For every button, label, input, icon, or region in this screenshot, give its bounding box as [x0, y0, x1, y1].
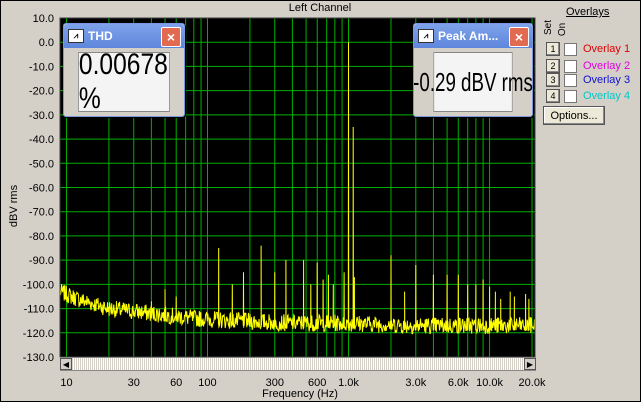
- peak-meter[interactable]: ⩘ Peak Am... × -0.29 dBV rms: [413, 23, 533, 117]
- y-tick-label: -70.0: [29, 207, 54, 219]
- close-icon[interactable]: ×: [161, 27, 181, 47]
- overlay-set-button-1[interactable]: 1: [546, 42, 560, 56]
- set-column-label: Set: [543, 19, 555, 36]
- peak-meter-title: Peak Am...: [438, 29, 499, 43]
- y-tick-label: -110.0: [24, 304, 54, 316]
- x-tick-label: 60: [170, 377, 182, 389]
- overlay-checkbox-3[interactable]: [564, 73, 577, 87]
- x-tick-label: 100: [198, 377, 216, 389]
- y-tick-label: 10.0: [33, 13, 54, 25]
- overlay-checkbox-1[interactable]: [564, 42, 577, 56]
- y-tick-label: -60.0: [29, 183, 54, 195]
- x-tick-label: 10: [60, 377, 72, 389]
- scroll-right-arrow[interactable]: ▶: [524, 358, 536, 370]
- thd-value: 0.00678 %: [78, 48, 170, 115]
- overlay-checkbox-4[interactable]: [564, 89, 577, 103]
- x-tick-label: 30: [128, 377, 140, 389]
- meter-icon: ⩘: [418, 29, 434, 43]
- peak-value: -0.29 dBV rms: [413, 52, 533, 112]
- overlay-set-button-4[interactable]: 4: [546, 89, 560, 103]
- overlays-title: Overlays: [566, 6, 610, 18]
- overlay-set-button-3[interactable]: 3: [546, 73, 560, 87]
- thd-meter[interactable]: ⩘ THD × 0.00678 %: [63, 23, 185, 117]
- y-tick-label: -90.0: [29, 255, 54, 267]
- overlay-set-button-2[interactable]: 2: [546, 59, 560, 73]
- y-tick-label: -20.0: [29, 86, 54, 98]
- overlay-row-4: 4 Overlay 4: [546, 89, 630, 103]
- x-tick-label: 6.0k: [448, 377, 469, 389]
- thd-meter-title: THD: [88, 29, 113, 43]
- overlay-label-2: Overlay 2: [583, 60, 631, 72]
- overlay-label-4: Overlay 4: [583, 90, 631, 102]
- options-button[interactable]: Options...: [543, 106, 605, 125]
- y-axis-label: dBV rms: [8, 184, 20, 228]
- scroll-left-arrow[interactable]: ◀: [60, 358, 72, 370]
- x-tick-label: 10.0k: [476, 377, 503, 389]
- y-tick-label: -80.0: [29, 231, 54, 243]
- on-column-label: On: [557, 22, 569, 37]
- y-tick-label: 0.0: [39, 37, 54, 49]
- overlay-row-2: 2 Overlay 2: [546, 59, 630, 73]
- meter-icon: ⩘: [68, 29, 84, 43]
- x-tick-label: 3.0k: [405, 377, 426, 389]
- y-tick-label: -120.0: [23, 328, 54, 340]
- y-tick-label: -30.0: [29, 110, 54, 122]
- overlay-checkbox-2[interactable]: [564, 59, 577, 73]
- overlay-row-1: 1 Overlay 1: [546, 42, 630, 56]
- y-tick-label: -10.0: [29, 61, 54, 73]
- close-icon[interactable]: ×: [509, 27, 529, 47]
- y-tick-label: -40.0: [29, 134, 54, 146]
- y-tick-label: -130.0: [23, 352, 54, 364]
- x-tick-label: 20.0k: [519, 377, 546, 389]
- x-axis-label: Frequency (Hz): [262, 388, 338, 400]
- horizontal-scrollbar[interactable]: ◀ ▶: [60, 357, 536, 371]
- y-tick-label: -50.0: [29, 158, 54, 170]
- overlay-row-3: 3 Overlay 3: [546, 73, 630, 87]
- overlay-label-3: Overlay 3: [583, 74, 631, 86]
- y-tick-label: -100.0: [23, 279, 54, 291]
- overlay-label-1: Overlay 1: [583, 43, 631, 55]
